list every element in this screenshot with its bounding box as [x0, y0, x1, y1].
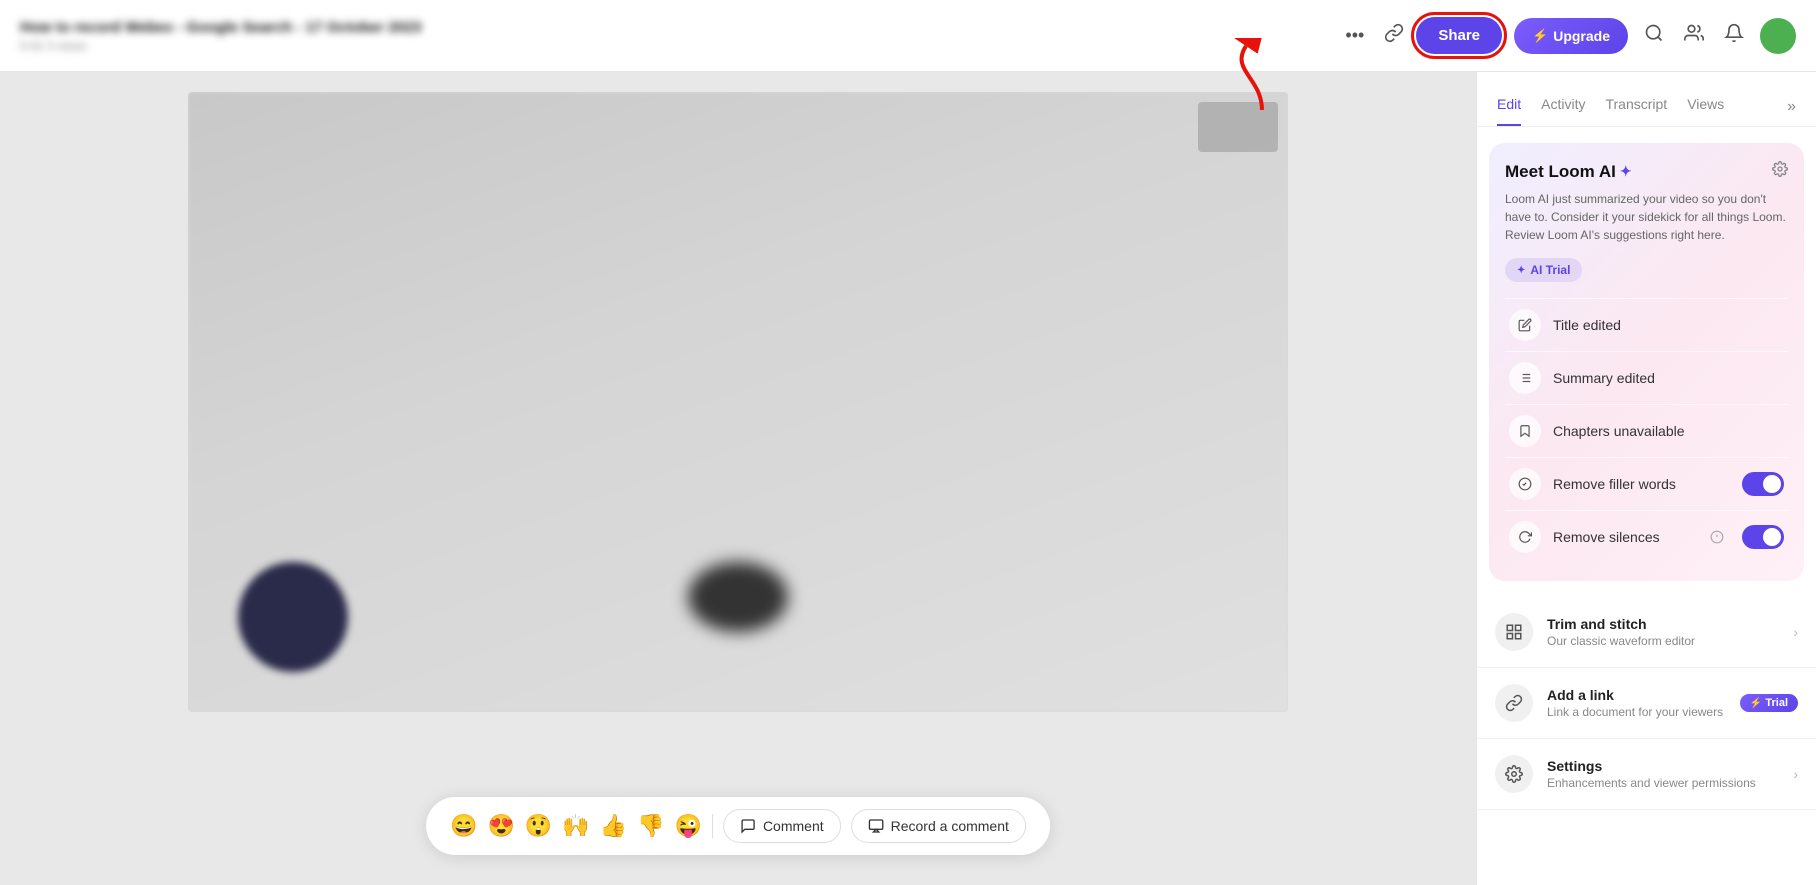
add-link-content: Add a link Link a document for your view…	[1547, 687, 1726, 719]
add-link-trial-badge[interactable]: Trial	[1740, 694, 1798, 712]
team-button[interactable]	[1680, 19, 1708, 52]
comment-button[interactable]: Comment	[723, 809, 841, 843]
emoji-love-button[interactable]: 😍	[488, 813, 515, 839]
page-meta: 5:42 3 views	[20, 39, 1337, 53]
trim-stitch-item[interactable]: Trim and stitch Our classic waveform edi…	[1477, 597, 1816, 668]
summary-edited-label: Summary edited	[1553, 370, 1784, 386]
tab-edit[interactable]: Edit	[1497, 88, 1521, 126]
filler-words-toggle[interactable]	[1742, 472, 1784, 496]
emoji-wow-button[interactable]: 😲	[525, 813, 552, 839]
loom-ai-title: Meet Loom AI ✦	[1505, 162, 1632, 182]
sidebar-expand-button[interactable]: »	[1787, 98, 1796, 116]
record-comment-label: Record a comment	[891, 818, 1009, 834]
right-sidebar: Edit Activity Transcript Views » Meet Lo…	[1476, 72, 1816, 885]
loom-ai-description: Loom AI just summarized your video so yo…	[1505, 190, 1788, 244]
tab-activity[interactable]: Activity	[1541, 88, 1585, 126]
ai-item-title[interactable]: Title edited	[1505, 298, 1788, 351]
settings-item-icon	[1495, 755, 1533, 793]
add-link-desc: Link a document for your viewers	[1547, 705, 1726, 719]
loom-ai-card: Meet Loom AI ✦ Loom AI just summarized y…	[1489, 143, 1804, 581]
ai-item-filler-words[interactable]: Remove filler words	[1505, 457, 1788, 510]
toolbar-divider	[712, 814, 713, 838]
search-button[interactable]	[1640, 19, 1668, 52]
sidebar-tabs: Edit Activity Transcript Views »	[1477, 72, 1816, 127]
video-area: 😄 😍 😲 🙌 👍 👎 😜 Comment Record a comment	[0, 72, 1476, 885]
comment-label: Comment	[763, 818, 824, 834]
settings-chevron: ›	[1793, 766, 1798, 782]
add-link-item[interactable]: Add a link Link a document for your view…	[1477, 668, 1816, 739]
loom-ai-settings-button[interactable]	[1772, 161, 1788, 182]
comment-icon	[740, 818, 756, 834]
tab-transcript[interactable]: Transcript	[1605, 88, 1667, 126]
ai-item-chapters: Chapters unavailable	[1505, 404, 1788, 457]
add-link-title: Add a link	[1547, 687, 1726, 703]
settings-title: Settings	[1547, 758, 1779, 774]
header: How to record Webex - Google Search - 17…	[0, 0, 1816, 72]
trim-stitch-title: Trim and stitch	[1547, 616, 1779, 632]
emoji-wink-button[interactable]: 😜	[675, 813, 702, 839]
silences-label: Remove silences	[1553, 529, 1698, 545]
record-icon	[868, 818, 884, 834]
emoji-raise-button[interactable]: 🙌	[562, 813, 589, 839]
tab-views[interactable]: Views	[1687, 88, 1724, 126]
record-comment-button[interactable]: Record a comment	[851, 809, 1026, 843]
settings-content: Settings Enhancements and viewer permiss…	[1547, 758, 1779, 790]
settings-desc: Enhancements and viewer permissions	[1547, 776, 1779, 790]
trim-stitch-content: Trim and stitch Our classic waveform edi…	[1547, 616, 1779, 648]
trim-stitch-desc: Our classic waveform editor	[1547, 634, 1779, 648]
ai-item-summary[interactable]: Summary edited	[1505, 351, 1788, 404]
silences-info-icon	[1710, 530, 1724, 544]
bottom-toolbar: 😄 😍 😲 🙌 👍 👎 😜 Comment Record a comment	[426, 797, 1050, 855]
trim-stitch-chevron: ›	[1793, 624, 1798, 640]
filler-words-icon	[1509, 468, 1541, 500]
video-overlay-top-right	[1198, 102, 1278, 152]
emoji-happy-button[interactable]: 😄	[450, 813, 477, 839]
summary-edited-icon	[1509, 362, 1541, 394]
upgrade-button[interactable]: Upgrade	[1514, 18, 1628, 54]
filler-words-label: Remove filler words	[1553, 476, 1730, 492]
avatar[interactable]	[1760, 18, 1796, 54]
chapters-icon	[1509, 415, 1541, 447]
settings-gear-icon	[1772, 161, 1788, 177]
trim-stitch-icon	[1495, 613, 1533, 651]
emoji-thumbsdown-button[interactable]: 👎	[637, 813, 664, 839]
silences-toggle[interactable]	[1742, 525, 1784, 549]
page-title: How to record Webex - Google Search - 17…	[20, 19, 1337, 36]
ai-item-silences[interactable]: Remove silences	[1505, 510, 1788, 563]
main-layout: 😄 😍 😲 🙌 👍 👎 😜 Comment Record a comment	[0, 72, 1816, 885]
silences-icon	[1509, 521, 1541, 553]
emoji-thumbsup-button[interactable]: 👍	[600, 813, 627, 839]
settings-item[interactable]: Settings Enhancements and viewer permiss…	[1477, 739, 1816, 810]
video-player[interactable]	[188, 92, 1288, 712]
video-avatar-element	[238, 562, 348, 672]
ai-plus-icon: ✦	[1620, 163, 1632, 180]
header-title-area: How to record Webex - Google Search - 17…	[20, 19, 1337, 53]
notifications-button[interactable]	[1720, 19, 1748, 52]
title-edited-label: Title edited	[1553, 317, 1784, 333]
video-dark-element	[688, 562, 788, 632]
title-edited-icon	[1509, 309, 1541, 341]
loom-ai-header: Meet Loom AI ✦	[1505, 161, 1788, 182]
share-button[interactable]: Share	[1416, 17, 1502, 54]
more-button[interactable]: •••	[1337, 21, 1372, 50]
add-link-icon	[1495, 684, 1533, 722]
ai-trial-badge[interactable]: AI Trial	[1505, 258, 1582, 282]
copy-link-button[interactable]	[1384, 23, 1404, 48]
chapters-label: Chapters unavailable	[1553, 423, 1784, 439]
header-actions: ••• Share Upgrade	[1337, 17, 1796, 54]
